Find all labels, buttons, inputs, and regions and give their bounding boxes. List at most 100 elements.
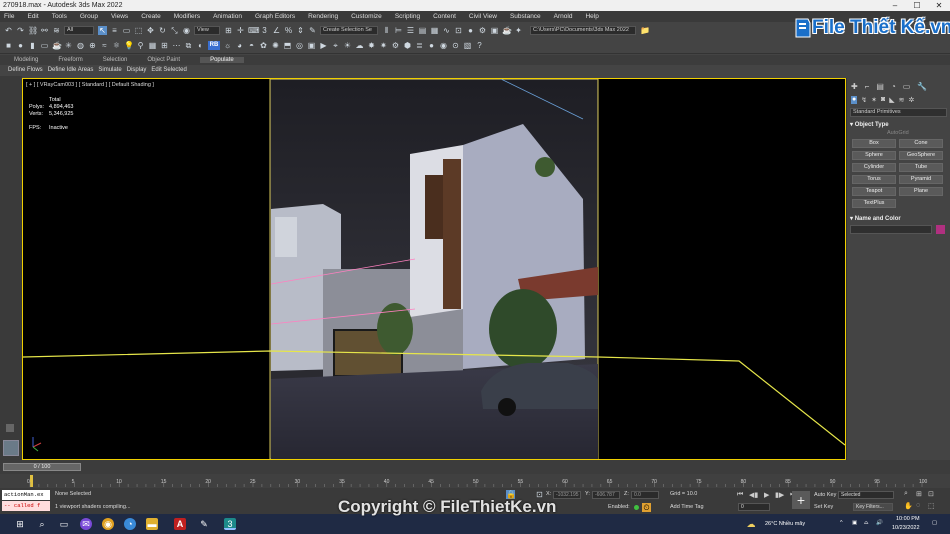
pan-icon[interactable]: ✋ [904, 502, 913, 510]
cone-button[interactable]: Cone [899, 139, 943, 148]
vray-material-icon[interactable]: ◎ [295, 41, 304, 50]
textplus-button[interactable]: TextPlus [852, 199, 896, 208]
vray-bulb-icon[interactable]: ✸ [367, 41, 376, 50]
zalo-icon[interactable]: ◔ [124, 518, 136, 530]
primitive-type-dropdown[interactable]: Standard Primitives [850, 108, 947, 117]
simulate-button[interactable]: Simulate [98, 67, 121, 73]
maxscript-input[interactable]: actionMan.ex [2, 490, 50, 500]
network-icon[interactable]: ⌓ [864, 520, 868, 527]
clock-time[interactable]: 10:00 PM [896, 516, 920, 522]
clock-date[interactable]: 10/23/2022 [892, 525, 920, 531]
vray-sphere-icon[interactable]: ◕ [235, 41, 244, 50]
menu-help[interactable]: Help [585, 13, 598, 20]
vray-fur-icon[interactable]: ✺ [271, 41, 280, 50]
vray-plane-icon[interactable]: ⬒ [283, 41, 292, 50]
keyboard-shortcut-icon[interactable]: ⌨ [248, 26, 260, 35]
helpers-category-icon[interactable]: ◣ [889, 96, 894, 104]
zoom-extents-icon[interactable]: ⊡ [928, 490, 934, 498]
vray-sun-icon[interactable]: ☀ [343, 41, 352, 50]
vray-help-icon[interactable]: ? [475, 41, 484, 50]
plane-button[interactable]: Plane [899, 187, 943, 196]
3dsmax-taskbar-icon[interactable]: 3 [224, 518, 236, 530]
create-box-icon[interactable]: ■ [4, 41, 13, 50]
menu-tools[interactable]: Tools [52, 13, 67, 20]
grid-icon[interactable]: ▦ [148, 41, 157, 50]
maximize-viewport-icon[interactable]: ⬚ [928, 502, 935, 510]
vray-cube-icon[interactable]: ⬢ [403, 41, 412, 50]
shapes-icon[interactable]: ↯ [861, 96, 867, 104]
go-to-start-icon[interactable]: ⏮ [737, 491, 743, 499]
chrome-icon[interactable]: ◉ [102, 518, 114, 530]
vray-proxy-icon[interactable]: ✿ [259, 41, 268, 50]
create-teapot-icon[interactable]: ☕ [52, 41, 62, 50]
viewport-layout-icon[interactable] [6, 424, 14, 432]
enabled-indicator-icon[interactable] [634, 505, 639, 510]
menu-civil-view[interactable]: Civil View [469, 13, 497, 20]
pivot-icon[interactable]: ⊞ [224, 26, 233, 35]
current-frame-field[interactable]: 0 [738, 503, 770, 511]
menu-arnold[interactable]: Arnold [554, 13, 573, 20]
zoom-all-icon[interactable]: ⊞ [916, 490, 922, 498]
maxscript-output[interactable]: -- called f [2, 501, 50, 511]
zoom-icon[interactable]: ⌕ [904, 490, 908, 498]
define-idle-areas-button[interactable]: Define Idle Areas [48, 67, 94, 73]
pyramid-button[interactable]: Pyramid [899, 175, 943, 184]
set-key-plus-icon[interactable]: + [792, 491, 810, 509]
vray-photo-icon[interactable]: ▧ [463, 41, 472, 50]
select-object-icon[interactable]: ↖ [98, 25, 107, 35]
unlink-icon[interactable]: ⚯ [40, 26, 49, 35]
link-icon[interactable]: ⛓ [28, 26, 38, 35]
teapot-button[interactable]: Teapot [852, 187, 896, 196]
undo-icon[interactable]: ↶ [4, 26, 13, 35]
sketchup-icon[interactable]: ✎ [198, 518, 210, 530]
key-filters-button[interactable]: Key Filters... [853, 503, 893, 511]
vray-dome-icon[interactable]: ◓ [247, 41, 256, 50]
edit-named-sel-icon[interactable]: ✎ [308, 26, 317, 35]
orbit-icon[interactable]: ◌ [916, 502, 920, 509]
systems-category-icon[interactable]: ✲ [908, 96, 914, 104]
named-selection-dropdown[interactable]: Create Selection Se [320, 25, 378, 35]
ribbon-tab-selection[interactable]: Selection [103, 57, 128, 63]
menu-edit[interactable]: Edit [27, 13, 38, 20]
menu-views[interactable]: Views [111, 13, 128, 20]
time-tag-icon[interactable]: ⏲ [642, 503, 651, 512]
play-icon[interactable]: ▶ [764, 491, 769, 499]
render-setup-icon[interactable]: ⚙ [478, 26, 487, 35]
autogrid-checkbox[interactable]: AutoGrid [887, 130, 950, 136]
time-slider-handle[interactable]: 0 / 100 [3, 463, 81, 471]
file-explorer-icon[interactable]: ▬ [146, 518, 158, 530]
rotate-icon[interactable]: ↻ [158, 26, 167, 35]
tray-chevron-icon[interactable]: ^ [840, 520, 843, 526]
place-icon[interactable]: ◉ [182, 26, 191, 35]
auto-key-button[interactable]: Auto Key [814, 492, 836, 498]
create-light-icon[interactable]: ✳ [64, 41, 73, 50]
notification-icon[interactable]: ▢ [932, 520, 937, 526]
track-bar[interactable]: 0 5 10 15 20 25 30 35 40 45 50 55 60 65 70 75 80 85 90 95 10… [0, 474, 950, 488]
ribbon-tab-modeling[interactable]: Modeling [14, 57, 38, 63]
create-system-icon[interactable]: ⚛ [112, 41, 121, 50]
project-folder-icon[interactable]: 📁 [640, 26, 650, 35]
x-coord-field[interactable]: -1032.195 [553, 491, 581, 499]
menu-group[interactable]: Group [80, 13, 98, 20]
create-plane-icon[interactable]: ▭ [40, 41, 49, 50]
object-name-field[interactable] [850, 225, 932, 234]
move-icon[interactable]: ✥ [146, 26, 155, 35]
layer-explorer-icon[interactable]: ▤ [418, 26, 427, 35]
ribbon-tab-populate[interactable]: Populate [200, 57, 244, 63]
task-view-icon[interactable]: ▭ [58, 518, 70, 530]
select-manipulate-icon[interactable]: ✛ [236, 26, 245, 35]
menu-customize[interactable]: Customize [351, 13, 382, 20]
project-path-dropdown[interactable]: C:\Users\PC\Documents\3ds Max 2022 [530, 25, 636, 35]
window-crossing-icon[interactable]: ⬚ [134, 26, 143, 35]
create-sphere-icon[interactable]: ● [16, 41, 25, 50]
weather-text[interactable]: 26°C Nhiều mây [765, 521, 805, 527]
array-icon[interactable]: ⊞ [160, 41, 169, 50]
z-coord-field[interactable]: 0.0 [631, 491, 659, 499]
snaps-toggle-icon[interactable]: 3 [260, 26, 269, 35]
select-by-name-icon[interactable]: ≡ [110, 26, 119, 35]
schematic-view-icon[interactable]: ⊡ [454, 26, 463, 35]
bind-spacewarp-icon[interactable]: ≋ [52, 26, 61, 35]
motion-tab-icon[interactable]: ◔ [891, 82, 896, 91]
modify-tab-icon[interactable]: ⌐ [865, 82, 870, 91]
windows-start-icon[interactable]: ⊞ [14, 518, 26, 530]
